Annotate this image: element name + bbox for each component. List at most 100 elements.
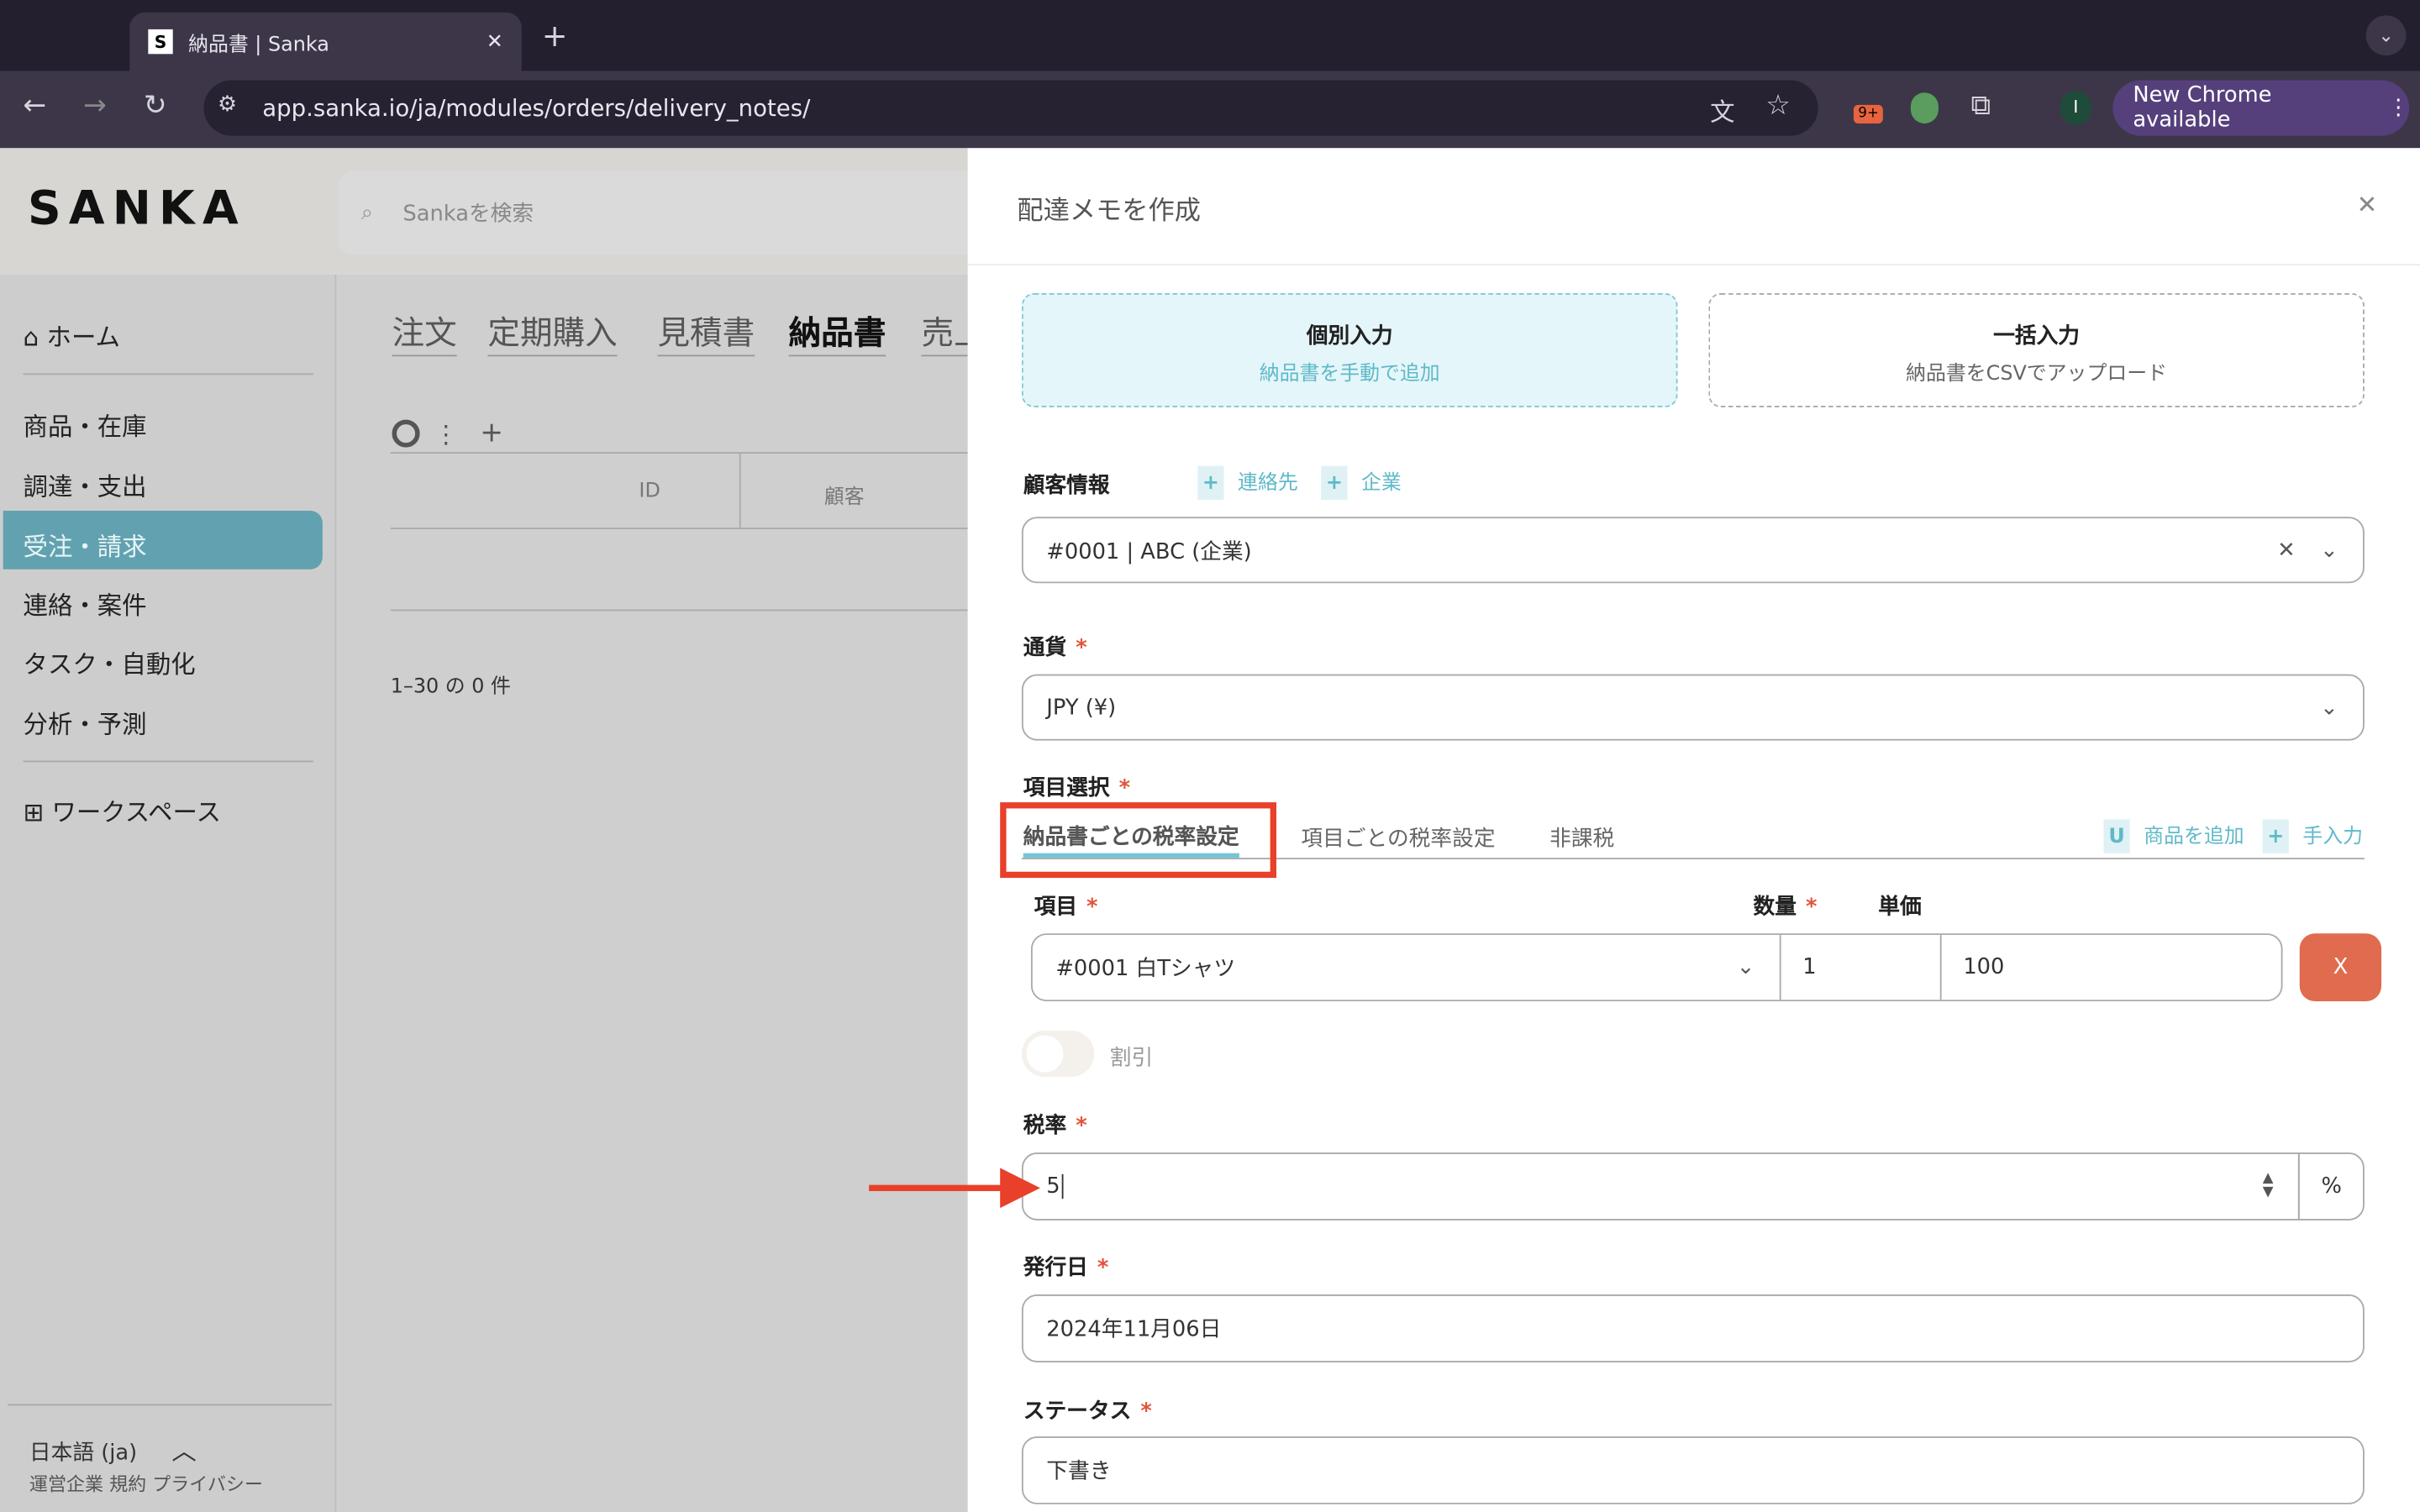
forward-icon[interactable]: →: [83, 90, 107, 123]
issue-date-input[interactable]: 2024年11月06日: [1021, 1294, 2365, 1362]
item-value: #0001 白Tシャツ: [1055, 956, 1236, 982]
currency-select[interactable]: JPY (¥) ⌄: [1021, 674, 2365, 741]
manual-entry-link[interactable]: + 手入力: [2262, 819, 2363, 853]
home-label: ホーム: [46, 322, 120, 352]
extensions-puzzle-icon[interactable]: ⧉: [1971, 90, 1991, 123]
price-column-label: 単価: [1878, 895, 1922, 920]
plus-icon: +: [2262, 819, 2289, 853]
back-icon[interactable]: ←: [24, 90, 47, 123]
footer-links[interactable]: 運営企業 規約 プライバシー: [29, 1470, 263, 1496]
qty-col-text: 数量: [1753, 895, 1797, 920]
required-mark: *: [1086, 895, 1098, 920]
tab-sales[interactable]: 売上: [921, 308, 968, 357]
mode-title: 個別入力: [1306, 323, 1393, 349]
plus-icon: +: [1321, 465, 1348, 501]
close-icon[interactable]: ✕: [2357, 190, 2378, 219]
divider: [23, 760, 313, 763]
tab-estimates[interactable]: 見積書: [657, 308, 755, 357]
tab-delivery-notes[interactable]: 納品書: [788, 308, 886, 357]
percent-addon: %: [2297, 1152, 2365, 1221]
divider: [390, 609, 970, 612]
required-mark: *: [1805, 895, 1818, 920]
sidebar-item-contacts[interactable]: 連絡・案件: [24, 585, 147, 622]
mode-subtitle: 納品書をCSVでアップロード: [1906, 362, 2167, 386]
reload-icon[interactable]: ↻: [144, 90, 167, 123]
remove-item-button[interactable]: X: [2299, 933, 2382, 1002]
add-company-link[interactable]: + 企業: [1321, 465, 1402, 501]
required-mark: *: [1118, 775, 1131, 801]
search-input[interactable]: Sankaを検索: [338, 171, 986, 255]
product-icon: U: [2103, 819, 2130, 853]
sidebar-item-analytics[interactable]: 分析・予測: [24, 704, 147, 741]
qty-column-label: 数量 *: [1754, 890, 1818, 921]
sidebar-item-products[interactable]: 商品・在庫: [24, 406, 147, 443]
tab-subscriptions[interactable]: 定期購入: [487, 308, 618, 357]
tax-rate-input[interactable]: 5 ▲ ▼: [1021, 1152, 2300, 1221]
arrow-head-icon: [1000, 1168, 1040, 1209]
add-contact-label: 連絡先: [1238, 472, 1298, 496]
language-label: 日本語 (ja): [29, 1441, 138, 1466]
tab-title: 納品書 | Sanka: [188, 33, 329, 57]
sidebar-item-home[interactable]: ⌂ ホーム: [24, 317, 120, 354]
view-icon[interactable]: [392, 419, 420, 448]
currency-label-text: 通貨: [1023, 635, 1067, 661]
mode-subtitle: 納品書を手動で追加: [1259, 362, 1440, 386]
status-select[interactable]: 下書き: [1021, 1436, 2365, 1504]
new-chrome-label: New Chrome available: [2133, 83, 2272, 133]
discount-toggle[interactable]: [1021, 1030, 1095, 1078]
tab-orders[interactable]: 注文: [392, 308, 457, 357]
tab-search-icon[interactable]: ⌄: [2365, 15, 2407, 56]
spinner-icon[interactable]: ▲ ▼: [2263, 1172, 2274, 1200]
result-count: 1–30 の 0 件: [390, 675, 511, 700]
add-view-icon[interactable]: +: [480, 417, 503, 449]
items-label-text: 項目選択: [1023, 775, 1110, 801]
price-input[interactable]: 100: [1942, 935, 2281, 1000]
required-mark: *: [1140, 1399, 1152, 1425]
highlight-box: [1000, 802, 1276, 879]
language-selector[interactable]: 日本語 (ja) ︿: [29, 1431, 197, 1467]
sidebar-item-tasks[interactable]: タスク・自動化: [24, 643, 196, 680]
tab-tax-exempt[interactable]: 非課税: [1549, 822, 1614, 853]
required-mark: *: [1097, 1256, 1109, 1281]
more-icon[interactable]: ⋮: [434, 420, 458, 449]
panel-title: 配達メモを作成: [1017, 196, 1201, 227]
tab-per-item-tax[interactable]: 項目ごとの税率設定: [1301, 822, 1495, 853]
divider: [23, 373, 313, 375]
issue-date-label: 発行日 *: [1023, 1252, 1109, 1283]
column-customer[interactable]: 顧客: [824, 480, 865, 510]
customer-value: #0001 | ABC (企業): [1046, 538, 1252, 564]
chevron-up-icon: ︿: [171, 1436, 197, 1466]
item-col-text: 項目: [1034, 895, 1078, 920]
logo: SANKA: [28, 181, 246, 237]
browser-tab[interactable]: S 納品書 | Sanka ✕: [129, 12, 522, 71]
add-contact-link[interactable]: + 連絡先: [1197, 465, 1298, 501]
extension-frog-icon[interactable]: [1910, 92, 1939, 123]
mode-bulk[interactable]: 一括入力 納品書をCSVでアップロード: [1708, 292, 2365, 407]
extension-badge[interactable]: 9+: [1853, 104, 1884, 123]
menu-dots-icon[interactable]: ⋮: [2387, 96, 2409, 120]
sidebar-item-workspace[interactable]: ⊞ ワークスペース: [24, 791, 221, 828]
translate-icon[interactable]: 文: [1710, 91, 1734, 128]
site-settings-icon[interactable]: ⚙: [218, 92, 237, 117]
clear-icon[interactable]: ✕: [2277, 538, 2296, 562]
item-column-label: 項目 *: [1034, 890, 1098, 921]
column-id[interactable]: ID: [639, 480, 660, 503]
new-tab-icon[interactable]: +: [542, 17, 568, 54]
tax-label: 税率 *: [1023, 1110, 1087, 1141]
close-tab-icon[interactable]: ✕: [487, 30, 503, 54]
item-select[interactable]: #0001 白Tシャツ ⌄: [1033, 935, 1781, 1000]
qty-input[interactable]: 1: [1781, 935, 1942, 1000]
bookmark-star-icon[interactable]: ☆: [1765, 90, 1791, 123]
divider: [967, 264, 2420, 265]
profile-avatar[interactable]: I: [2060, 91, 2091, 125]
sidebar-item-orders[interactable]: 受注・請求: [3, 510, 323, 570]
search-placeholder: Sankaを検索: [402, 202, 534, 227]
add-product-link[interactable]: U 商品を追加: [2103, 819, 2244, 853]
mode-individual[interactable]: 個別入力納品書を手動で追加: [1021, 292, 1678, 407]
address-bar[interactable]: app.sanka.io/ja/modules/orders/delivery_…: [203, 80, 1818, 136]
item-row: #0001 白Tシャツ ⌄ 1 100: [1030, 933, 2283, 1002]
new-chrome-button[interactable]: New Chrome available ⋮: [2112, 80, 2410, 136]
customer-select[interactable]: #0001 | ABC (企業) ✕ ⌄: [1021, 517, 2365, 584]
customer-label: 顧客情報: [1023, 473, 1110, 499]
sidebar-item-procurement[interactable]: 調達・支出: [24, 466, 147, 503]
